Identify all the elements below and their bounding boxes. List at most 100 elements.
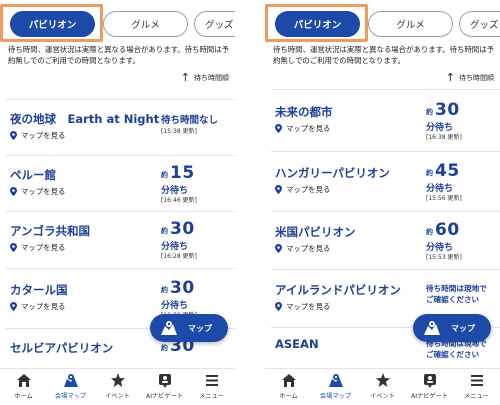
nav-label: AIナビゲート	[146, 393, 183, 400]
wait-notice: 待ち時間、運営状況は実際と異なる場合があります。待ち時間は予約無しでのご利用での…	[8, 45, 229, 65]
pavilion-name: アンゴラ共和国	[10, 224, 91, 238]
map-icon	[63, 374, 78, 387]
nav-label: 会場マップ	[55, 393, 86, 400]
nav-event[interactable]: イベント	[359, 373, 406, 405]
divider	[6, 211, 235, 212]
nav-event[interactable]: イベント	[94, 373, 141, 405]
view-map-link[interactable]: マップを見る	[10, 242, 65, 253]
updated-time: [15:38 更新]	[161, 128, 197, 135]
map-pin-icon	[275, 185, 282, 194]
wait-approx: 約	[161, 227, 168, 235]
nav-venue-map[interactable]: 会場マップ	[312, 373, 359, 405]
pavilion-row[interactable]: 夜の地球 Earth at Night マップを見る 待ち時間なし [15:38…	[0, 101, 235, 161]
view-map-link[interactable]: マップを見る	[10, 130, 65, 141]
view-map-label: マップを見る	[21, 131, 66, 140]
bottom-nav: ホーム 会場マップ イベント AIナビゲート メニュー	[265, 368, 500, 405]
wait-minutes: 15	[170, 163, 195, 183]
nav-label: イベント	[370, 393, 395, 400]
pavilion-name: アイルランドパビリオン	[275, 283, 401, 297]
menu-icon	[205, 375, 218, 386]
updated-time: [16:28 更新]	[161, 253, 197, 260]
map-pin-icon	[10, 131, 17, 140]
view-map-link[interactable]: マップを見る	[10, 301, 65, 312]
wait-minutes: 30	[170, 278, 195, 298]
wait-none-text: 待ち時間は現地でご確認ください	[426, 284, 487, 304]
map-fab-button[interactable]: マップ	[150, 314, 228, 342]
map-pin-icon	[10, 302, 17, 311]
nav-menu[interactable]: メニュー	[188, 373, 235, 405]
pavilion-row[interactable]: 米国パビリオン マップを見る 約 60 分待ち [15:53 更新]	[265, 214, 500, 274]
bottom-nav: ホーム 会場マップ イベント AIナビゲート メニュー	[0, 368, 235, 405]
sort-arrow-icon: ↑	[180, 71, 190, 84]
view-map-label: マップを見る	[286, 244, 331, 253]
view-map-label: マップを見る	[286, 124, 331, 133]
tab-pavilion[interactable]: パビリオン	[275, 11, 360, 37]
screen-right: パビリオン グルメ グッズ 待ち時間、運営状況は実際と異なる場合があります。待ち…	[265, 0, 500, 405]
pavilion-row[interactable]: ハンガリーパビリオン マップを見る 約 45 分待ち [15:56 更新]	[265, 155, 500, 215]
pavilion-name: ASEAN	[275, 337, 319, 351]
view-map-link[interactable]: マップを見る	[275, 184, 330, 195]
sort-label: 待ち時間順	[194, 73, 229, 82]
nav-label: 会場マップ	[320, 393, 351, 400]
panel-gap	[235, 0, 265, 405]
nav-venue-map[interactable]: 会場マップ	[47, 373, 94, 405]
map-fab-label: マップ	[188, 323, 212, 333]
view-map-link[interactable]: マップを見る	[275, 243, 330, 254]
nav-home[interactable]: ホーム	[0, 373, 47, 405]
ai-navigate-icon	[158, 374, 171, 388]
updated-time: [15:56 更新]	[426, 195, 462, 202]
pavilion-row[interactable]: ペルー館 マップを見る 約 15 分待ち [16:46 更新]	[0, 157, 235, 217]
tab-goods[interactable]: グッズ	[194, 11, 235, 37]
nav-home[interactable]: ホーム	[265, 373, 312, 405]
view-map-link[interactable]: マップを見る	[275, 301, 330, 312]
sort-control[interactable]: ↑ 待ち時間順	[446, 71, 494, 84]
tab-pavilion[interactable]: パビリオン	[10, 11, 95, 37]
nav-menu[interactable]: メニュー	[453, 373, 500, 405]
view-map-label: マップを見る	[286, 302, 331, 311]
tab-gourmet[interactable]: グルメ	[368, 11, 453, 37]
nav-label: ホーム	[14, 393, 33, 400]
wait-minutes: 30	[435, 100, 460, 120]
pavilion-row[interactable]: 未来の都市 マップを見る 約 30 分待ち [16:38 更新]	[265, 94, 500, 154]
map-pin-icon	[10, 187, 17, 196]
map-pin-icon	[275, 124, 282, 133]
map-fab-icon	[424, 321, 440, 335]
view-map-link[interactable]: マップを見る	[275, 123, 330, 134]
comparison-stage: パビリオン グルメ グッズ 待ち時間、運営状況は実際と異なる場合があります。待ち…	[0, 0, 500, 405]
divider	[6, 99, 235, 100]
view-map-label: マップを見る	[286, 185, 331, 194]
tab-goods[interactable]: グッズ	[459, 11, 500, 37]
pavilion-name: カタール国	[10, 283, 68, 297]
divider	[271, 151, 500, 152]
pavilion-name: 夜の地球 Earth at Night	[10, 112, 160, 126]
pavilion-row[interactable]: アンゴラ共和国 マップを見る 約 30 分待ち [16:28 更新]	[0, 213, 235, 273]
menu-icon	[470, 375, 483, 386]
wait-approx: 約	[426, 228, 433, 236]
sort-control[interactable]: ↑ 待ち時間順	[181, 71, 229, 84]
nav-ai-navigate[interactable]: AIナビゲート	[406, 373, 453, 405]
updated-time: [16:38 更新]	[426, 134, 462, 141]
tab-gourmet[interactable]: グルメ	[103, 11, 188, 37]
wait-approx: 約	[161, 344, 168, 352]
nav-ai-navigate[interactable]: AIナビゲート	[141, 373, 188, 405]
wait-approx: 約	[426, 169, 433, 177]
pavilion-name: ハンガリーパビリオン	[275, 166, 390, 180]
home-icon	[16, 374, 31, 387]
category-tabs: パビリオン グルメ グッズ	[0, 8, 235, 40]
map-fab-icon	[161, 321, 177, 335]
map-pin-icon	[10, 243, 17, 252]
pavilion-name: ペルー館	[10, 168, 56, 182]
map-fab-label: マップ	[451, 323, 475, 333]
map-pin-icon	[275, 302, 282, 311]
wait-approx: 約	[161, 171, 168, 179]
view-map-link[interactable]: マップを見る	[10, 186, 65, 197]
view-map-label: マップを見る	[21, 302, 66, 311]
pavilion-name: 米国パビリオン	[275, 225, 356, 239]
sort-label: 待ち時間順	[459, 73, 494, 82]
map-fab-button[interactable]: マップ	[413, 314, 491, 342]
screen-left: パビリオン グルメ グッズ 待ち時間、運営状況は実際と異なる場合があります。待ち…	[0, 0, 235, 405]
nav-label: AIナビゲート	[411, 393, 448, 400]
divider	[271, 89, 500, 90]
pavilion-name: 未来の都市	[275, 105, 333, 119]
map-pin-icon	[275, 244, 282, 253]
